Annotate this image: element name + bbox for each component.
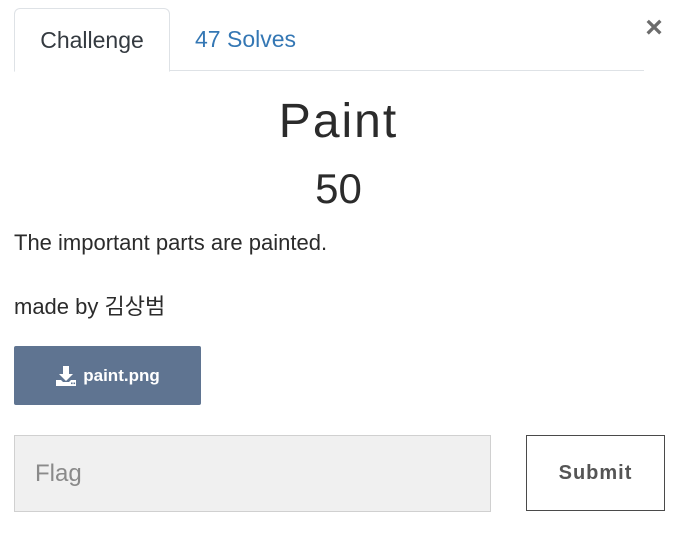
challenge-author: made by 김상범 xyxy=(14,294,166,319)
download-file-button[interactable]: paint.png xyxy=(14,346,201,405)
challenge-description: The important parts are painted. xyxy=(14,230,328,255)
tab-solves[interactable]: 47 Solves xyxy=(184,8,309,71)
download-icon xyxy=(56,365,77,386)
submit-button[interactable]: Submit xyxy=(526,435,665,511)
file-name-label: paint.png xyxy=(83,365,160,385)
flag-input[interactable] xyxy=(14,435,491,512)
challenge-title: Paint xyxy=(278,95,399,148)
tab-challenge[interactable]: Challenge xyxy=(14,8,170,72)
close-icon[interactable]: × xyxy=(643,13,665,43)
challenge-tabs: Challenge 47 Solves xyxy=(14,8,644,72)
challenge-points: 50 xyxy=(315,165,362,212)
